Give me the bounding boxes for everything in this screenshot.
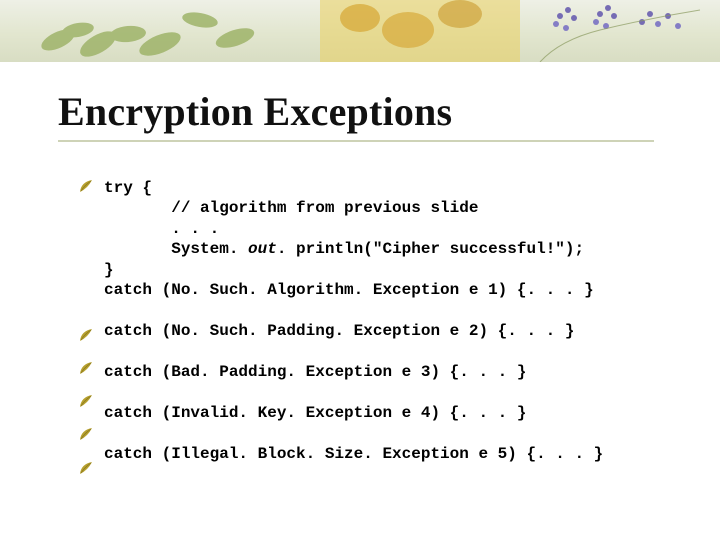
code-line: try { (104, 179, 152, 197)
code-line: catch (Illegal. Block. Size. Exception e… (104, 445, 603, 463)
leaf-bullet-icon (78, 178, 94, 194)
code-line-part: . println("Cipher successful!"); (277, 240, 584, 258)
code-line: . . . (104, 220, 219, 238)
leaf-bullet-icon (78, 327, 94, 343)
code-line: } (104, 261, 114, 279)
leaf-bullet-icon (78, 460, 94, 476)
code-line: catch (No. Such. Padding. Exception e 2)… (104, 322, 574, 340)
code-line: // algorithm from previous slide (104, 199, 478, 217)
leaf-bullet-icon (78, 393, 94, 409)
code-italic: out (248, 240, 277, 258)
leaf-bullet-icon (78, 360, 94, 376)
code-block: try { // algorithm from previous slide .… (104, 178, 603, 465)
code-line: catch (Invalid. Key. Exception e 4) {. .… (104, 404, 526, 422)
decorative-banner (0, 0, 720, 62)
slide-title: Encryption Exceptions (58, 88, 452, 135)
code-line: catch (No. Such. Algorithm. Exception e … (104, 281, 594, 299)
title-underline (58, 140, 654, 142)
code-line: catch (Bad. Padding. Exception e 3) {. .… (104, 363, 526, 381)
code-line-part: System. (104, 240, 248, 258)
leaf-bullet-icon (78, 426, 94, 442)
